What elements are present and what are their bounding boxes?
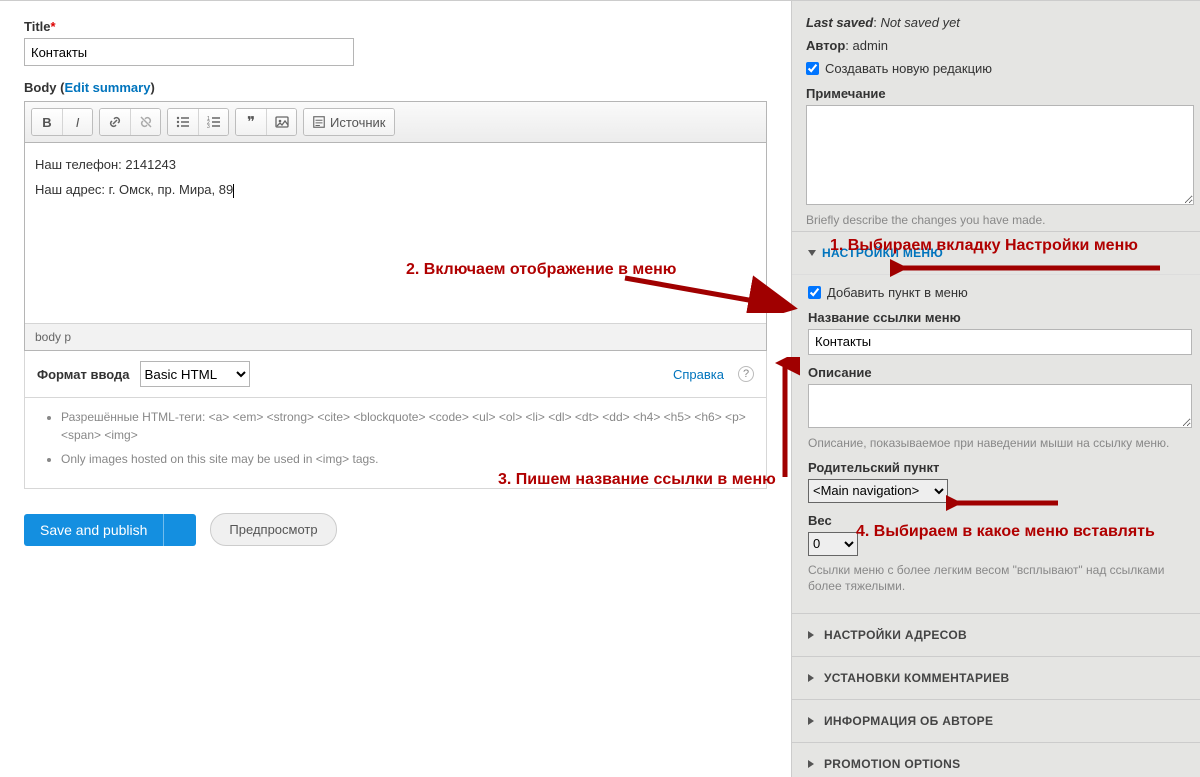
caret-right-icon: [808, 717, 818, 725]
note-label: Примечание: [806, 86, 1194, 101]
weight-hint: Ссылки меню с более легким весом "всплыв…: [808, 562, 1192, 596]
accordion-author-info[interactable]: ИНФОРМАЦИЯ ОБ АВТОРЕ: [792, 700, 1200, 742]
format-select[interactable]: Basic HTML: [140, 361, 250, 387]
last-saved: Last saved: Not saved yet: [806, 15, 1188, 30]
italic-button[interactable]: I: [62, 109, 92, 135]
ul-button[interactable]: [168, 109, 198, 135]
parent-label: Родительский пункт: [808, 460, 1192, 475]
quote-button[interactable]: ❞: [236, 109, 266, 135]
image-button[interactable]: [266, 109, 296, 135]
new-revision-row[interactable]: Создавать новую редакцию: [806, 61, 1194, 76]
ul-icon: [175, 114, 191, 130]
author-meta: Автор: admin: [806, 38, 1188, 53]
parent-select[interactable]: <Main navigation>: [808, 479, 948, 503]
add-menu-link-row[interactable]: Добавить пункт в меню: [808, 285, 1192, 300]
format-row: Формат ввода Basic HTML Справка ?: [24, 351, 767, 398]
text-cursor: [233, 184, 234, 198]
save-button[interactable]: Save and publish: [24, 514, 163, 546]
help-icon[interactable]: ?: [738, 366, 754, 382]
rich-text-editor: B I 123: [24, 101, 767, 351]
accordion-promotion[interactable]: PROMOTION OPTIONS: [792, 743, 1200, 777]
accordion-url-settings[interactable]: НАСТРОЙКИ АДРЕСОВ: [792, 614, 1200, 656]
format-help-link[interactable]: Справка: [673, 367, 724, 382]
link-button[interactable]: [100, 109, 130, 135]
editor-statusbar: body p: [25, 323, 766, 350]
preview-button[interactable]: Предпросмотр: [210, 513, 336, 546]
new-revision-checkbox[interactable]: [806, 62, 819, 75]
source-icon: [312, 115, 326, 129]
caret-right-icon: [808, 760, 818, 768]
caret-right-icon: [808, 674, 818, 682]
menu-desc-hint: Описание, показываемое при наведении мыш…: [808, 435, 1192, 452]
title-label: Title*: [24, 19, 767, 34]
menu-desc-textarea[interactable]: [808, 384, 1192, 428]
menu-link-title-label: Название ссылки меню: [808, 310, 1192, 325]
add-menu-link-checkbox[interactable]: [808, 286, 821, 299]
format-help-text: Разрешённые HTML-теги: <a> <em> <strong>…: [24, 398, 767, 489]
editor-toolbar: B I 123: [25, 102, 766, 143]
note-textarea[interactable]: [806, 105, 1194, 205]
menu-desc-label: Описание: [808, 365, 1192, 380]
accordion-menu-settings[interactable]: НАСТРОЙКИ МЕНЮ: [792, 232, 1200, 274]
ol-button[interactable]: 123: [198, 109, 228, 135]
svg-text:3: 3: [207, 124, 210, 130]
ol-icon: 123: [206, 114, 222, 130]
unlink-icon: [138, 114, 154, 130]
add-menu-link-label: Добавить пункт в меню: [827, 285, 968, 300]
note-hint: Briefly describe the changes you have ma…: [806, 212, 1194, 229]
weight-select[interactable]: 0: [808, 532, 858, 556]
caret-right-icon: [808, 631, 818, 639]
link-icon: [107, 114, 123, 130]
body-label: Body (Edit summary): [24, 80, 767, 95]
image-icon: [274, 114, 290, 130]
caret-down-icon: [808, 250, 816, 256]
unlink-button[interactable]: [130, 109, 160, 135]
edit-summary-link[interactable]: Edit summary: [64, 80, 150, 95]
weight-label: Вес: [808, 513, 1192, 528]
new-revision-label: Создавать новую редакцию: [825, 61, 992, 76]
menu-link-title-input[interactable]: [808, 329, 1192, 355]
bold-button[interactable]: B: [32, 109, 62, 135]
accordion-comment-settings[interactable]: УСТАНОВКИ КОММЕНТАРИЕВ: [792, 657, 1200, 699]
source-button[interactable]: Источник: [304, 109, 394, 135]
editor-content[interactable]: Наш телефон: 2141243 Наш адрес: г. Омск,…: [25, 143, 766, 323]
format-label: Формат ввода: [37, 367, 130, 382]
save-dropdown[interactable]: [163, 514, 196, 546]
title-input[interactable]: [24, 38, 354, 66]
